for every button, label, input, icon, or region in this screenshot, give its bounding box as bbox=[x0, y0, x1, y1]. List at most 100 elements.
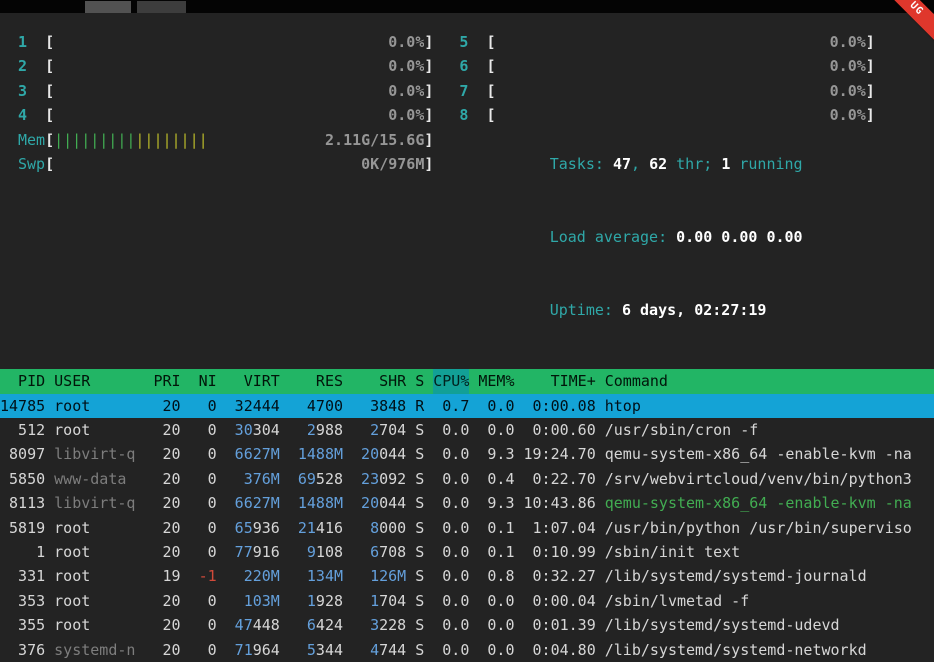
column-header-mem[interactable]: MEM% bbox=[478, 369, 514, 393]
cell-mem: 0.1 bbox=[478, 540, 514, 564]
cell-command: /usr/sbin/cron -f bbox=[605, 418, 759, 442]
cpu-meter-percent: 0.0% bbox=[830, 103, 866, 127]
cell-command: qemu-system-x86_64 -enable-kvm -na bbox=[605, 491, 912, 515]
column-header-res[interactable]: RES bbox=[289, 369, 343, 393]
cell-user: root bbox=[54, 589, 135, 613]
memory-meter-label: Mem bbox=[18, 128, 45, 152]
cell-cpu: 0.0 bbox=[433, 442, 469, 466]
cell-mem: 0.8 bbox=[478, 564, 514, 588]
process-row-5850[interactable]: 5850www-data200376M6952823092S0.00.40:22… bbox=[0, 467, 934, 491]
cell-pri: 20 bbox=[144, 540, 180, 564]
cpu-meter-number: 5 bbox=[459, 30, 486, 54]
cpu-meter-percent: 0.0% bbox=[830, 30, 866, 54]
cell-mem: 0.0 bbox=[478, 394, 514, 418]
process-row-1[interactable]: 1root2007791691086708S0.00.10:10.99/sbin… bbox=[0, 540, 934, 564]
cell-pid: 5819 bbox=[0, 516, 45, 540]
column-header-virt[interactable]: VIRT bbox=[226, 369, 280, 393]
cpu-meter-number: 6 bbox=[459, 54, 486, 78]
meter-close-bracket: ] bbox=[866, 54, 875, 78]
mem-cache-bar: |||||||| bbox=[135, 128, 207, 152]
cell-shr: 2704 bbox=[352, 418, 406, 442]
meter-open-bracket: [ bbox=[45, 128, 54, 152]
cell-virt: 30304 bbox=[226, 418, 280, 442]
process-row-14785[interactable]: 14785root2003244447003848R0.70.00:00.08h… bbox=[0, 394, 934, 418]
process-row-8097[interactable]: 8097libvirt-q2006627M1488M20044S0.09.319… bbox=[0, 442, 934, 466]
column-header-shr[interactable]: SHR bbox=[352, 369, 406, 393]
running-label: running bbox=[730, 155, 802, 173]
cpu-meter-number: 2 bbox=[18, 54, 45, 78]
titlebar-tab-1[interactable] bbox=[85, 1, 131, 13]
meter-close-bracket: ] bbox=[866, 103, 875, 127]
process-row-353[interactable]: 353root200103M19281704S0.00.00:00.04/sbi… bbox=[0, 589, 934, 613]
cell-cpu: 0.0 bbox=[433, 516, 469, 540]
cell-user: root bbox=[54, 418, 135, 442]
cell-res: 4700 bbox=[289, 394, 343, 418]
cell-pri: 20 bbox=[144, 638, 180, 662]
column-header-command[interactable]: Command bbox=[605, 369, 668, 393]
column-header-ni[interactable]: NI bbox=[190, 369, 217, 393]
meter-close-bracket: ] bbox=[866, 30, 875, 54]
column-header-user[interactable]: USER bbox=[54, 369, 135, 393]
uptime: Uptime: 6 days, 02:27:19 bbox=[459, 274, 874, 347]
cell-shr: 20044 bbox=[352, 491, 406, 515]
process-row-331[interactable]: 331root19-1220M134M126MS0.00.80:32.27/li… bbox=[0, 564, 934, 588]
cell-state: S bbox=[415, 491, 424, 515]
titlebar-tab-2[interactable] bbox=[137, 1, 186, 13]
cell-state: S bbox=[415, 589, 424, 613]
tasks-summary: Tasks: 47, 62 thr; 1 running bbox=[459, 128, 874, 201]
process-row-376[interactable]: 376systemd-n2007196453444744S0.00.00:04.… bbox=[0, 638, 934, 662]
cell-ni: 0 bbox=[190, 442, 217, 466]
meter-close-bracket: ] bbox=[424, 54, 433, 78]
cpu-meters-right: 5[0.0%]6[0.0%]7[0.0%]8[0.0%] bbox=[459, 30, 874, 128]
process-row-355[interactable]: 355root2004744864243228S0.00.00:01.39/li… bbox=[0, 613, 934, 637]
cell-cpu: 0.0 bbox=[433, 638, 469, 662]
cell-ni: 0 bbox=[190, 516, 217, 540]
process-row-5819[interactable]: 5819root20065936214168000S0.00.11:07.04/… bbox=[0, 516, 934, 540]
htop-screen: UG 1[0.0%]2[0.0%]3[0.0%]4[0.0%] Mem[||||… bbox=[0, 0, 934, 662]
cpu-meter-percent: 0.0% bbox=[830, 54, 866, 78]
cell-virt: 77916 bbox=[226, 540, 280, 564]
cell-time: 0:32.27 bbox=[524, 564, 596, 588]
cell-res: 1488M bbox=[289, 491, 343, 515]
meter-close-bracket: ] bbox=[424, 79, 433, 103]
cpu-meter-percent: 0.0% bbox=[388, 79, 424, 103]
cell-ni: 0 bbox=[190, 613, 217, 637]
system-summary: 1[0.0%]2[0.0%]3[0.0%]4[0.0%] Mem[|||||||… bbox=[0, 30, 934, 347]
cell-ni: 0 bbox=[190, 589, 217, 613]
cell-cpu: 0.0 bbox=[433, 491, 469, 515]
cell-state: S bbox=[415, 564, 424, 588]
cell-virt: 220M bbox=[226, 564, 280, 588]
swap-meter: Swp[0K/976M] bbox=[18, 152, 433, 176]
cell-ni: 0 bbox=[190, 467, 217, 491]
cpu-meters-left: 1[0.0%]2[0.0%]3[0.0%]4[0.0%] bbox=[18, 30, 433, 128]
cell-res: 69528 bbox=[289, 467, 343, 491]
uptime-value: 6 days, 02:27:19 bbox=[622, 301, 767, 319]
cell-res: 1488M bbox=[289, 442, 343, 466]
cell-mem: 9.3 bbox=[478, 442, 514, 466]
cpu-meter-1: 1[0.0%] bbox=[18, 30, 433, 54]
cell-virt: 65936 bbox=[226, 516, 280, 540]
cell-pid: 8113 bbox=[0, 491, 45, 515]
cell-state: S bbox=[415, 540, 424, 564]
cpu-meter-5: 5[0.0%] bbox=[459, 30, 874, 54]
column-header-s[interactable]: S bbox=[415, 369, 424, 393]
cell-ni: 0 bbox=[190, 540, 217, 564]
process-row-8113[interactable]: 8113libvirt-q2006627M1488M20044S0.09.310… bbox=[0, 491, 934, 515]
load-average: Load average: 0.00 0.00 0.00 bbox=[459, 201, 874, 274]
cell-mem: 0.4 bbox=[478, 467, 514, 491]
meter-open-bracket: [ bbox=[45, 152, 54, 176]
cell-command: /lib/systemd/systemd-networkd bbox=[605, 638, 867, 662]
cell-ni: -1 bbox=[190, 564, 217, 588]
cell-shr: 3848 bbox=[352, 394, 406, 418]
cell-pid: 331 bbox=[0, 564, 45, 588]
cell-command: /lib/systemd/systemd-udevd bbox=[605, 613, 840, 637]
column-header-pid[interactable]: PID bbox=[0, 369, 45, 393]
process-row-512[interactable]: 512root2003030429882704S0.00.00:00.60/us… bbox=[0, 418, 934, 442]
column-header-pri[interactable]: PRI bbox=[144, 369, 180, 393]
cell-pri: 20 bbox=[144, 613, 180, 637]
meter-close-bracket: ] bbox=[424, 30, 433, 54]
process-table-header: PID USER PRI NI VIRT RES SHR S CPU% MEM% TIME+ Comm… bbox=[0, 369, 934, 393]
memory-value: 2.11G/15.6G bbox=[325, 128, 424, 152]
column-header-time[interactable]: TIME+ bbox=[524, 369, 596, 393]
column-header-cpu[interactable]: CPU% bbox=[433, 369, 469, 393]
